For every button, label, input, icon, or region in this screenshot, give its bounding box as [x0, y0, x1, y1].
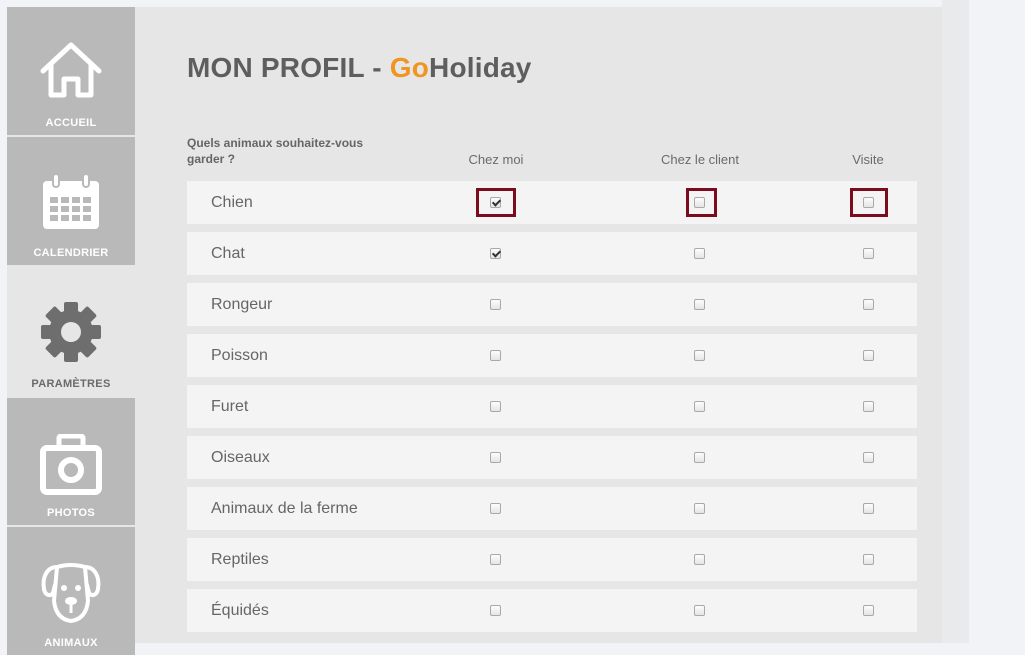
checkbox-visite[interactable] — [863, 197, 874, 208]
checkbox-chez-moi[interactable] — [490, 299, 501, 310]
sidebar-item-animaux[interactable]: ANIMAUX — [7, 527, 135, 655]
checkbox-chez-le-client[interactable] — [694, 350, 705, 361]
checkbox-visite[interactable] — [863, 503, 874, 514]
checkbox-chez-moi[interactable] — [490, 452, 501, 463]
checkbox-chez-moi[interactable] — [490, 605, 501, 616]
main-panel: MON PROFIL - GoHoliday Quels animaux sou… — [135, 7, 942, 643]
animal-label: Animaux de la ferme — [211, 500, 358, 517]
animal-label: Équidés — [211, 602, 269, 619]
animal-label: Chat — [211, 245, 245, 262]
sidebar: ACCUEIL CALENDRIER PARAMÈTRES PHOTOS ANI… — [7, 7, 135, 655]
animals-question: Quels animaux souhaitez-vous garder ? — [187, 136, 364, 166]
camera-icon — [40, 434, 102, 495]
home-icon — [40, 42, 102, 98]
animal-label: Oiseaux — [211, 449, 270, 466]
animal-label: Furet — [211, 398, 249, 415]
sidebar-item-label: CALENDRIER — [33, 247, 109, 259]
checkbox-chez-le-client[interactable] — [694, 197, 705, 208]
sidebar-item-accueil[interactable]: ACCUEIL — [7, 7, 135, 135]
checkbox-chez-moi[interactable] — [490, 554, 501, 565]
checkbox-visite[interactable] — [863, 248, 874, 259]
checkbox-chez-le-client[interactable] — [694, 503, 705, 514]
checkbox-chez-moi[interactable] — [490, 350, 501, 361]
checkbox-chez-le-client[interactable] — [694, 605, 705, 616]
checkbox-visite[interactable] — [863, 452, 874, 463]
sidebar-item-label: PARAMÈTRES — [31, 378, 111, 390]
checkbox-visite[interactable] — [863, 401, 874, 412]
column-header-chez-le-client: Chez le client — [660, 152, 740, 167]
table-row: Furet — [187, 385, 917, 428]
checkbox-chez-le-client[interactable] — [694, 248, 705, 259]
checkbox-chez-le-client[interactable] — [694, 554, 705, 565]
checkbox-visite[interactable] — [863, 554, 874, 565]
table-row: Oiseaux — [187, 436, 917, 479]
scroll-gutter — [942, 0, 969, 643]
brand-holiday: Holiday — [429, 52, 532, 83]
page-title: MON PROFIL - GoHoliday — [187, 52, 532, 84]
checkbox-chez-le-client[interactable] — [694, 452, 705, 463]
checkbox-visite[interactable] — [863, 605, 874, 616]
checkbox-chez-moi[interactable] — [490, 197, 501, 208]
table-row: Chien — [187, 181, 917, 224]
table-row: Chat — [187, 232, 917, 275]
animal-label: Rongeur — [211, 296, 273, 313]
column-header-chez-moi: Chez moi — [468, 152, 524, 167]
dog-icon — [41, 563, 101, 623]
animal-label: Chien — [211, 194, 253, 211]
gear-icon — [41, 302, 101, 362]
checkbox-chez-moi[interactable] — [490, 248, 501, 259]
page-title-prefix: MON PROFIL - — [187, 52, 390, 83]
brand-go: Go — [389, 52, 430, 83]
checkbox-visite[interactable] — [863, 350, 874, 361]
sidebar-item-photos[interactable]: PHOTOS — [7, 398, 135, 525]
table-row: Rongeur — [187, 283, 917, 326]
calendar-icon — [43, 173, 99, 229]
table-row: Poisson — [187, 334, 917, 377]
checkbox-chez-le-client[interactable] — [694, 299, 705, 310]
sidebar-item-calendrier[interactable]: CALENDRIER — [7, 137, 135, 265]
table-row: Reptiles — [187, 538, 917, 581]
table-row: Animaux de la ferme — [187, 487, 917, 530]
checkbox-visite[interactable] — [863, 299, 874, 310]
checkbox-chez-le-client[interactable] — [694, 401, 705, 412]
sidebar-item-label: ACCUEIL — [45, 117, 97, 129]
animal-label: Poisson — [211, 347, 268, 364]
checkbox-chez-moi[interactable] — [490, 503, 501, 514]
animal-label: Reptiles — [211, 551, 269, 568]
sidebar-item-label: PHOTOS — [46, 507, 96, 519]
column-header-visite: Visite — [852, 152, 884, 167]
sidebar-item-label: ANIMAUX — [44, 637, 98, 649]
table-row: Équidés — [187, 589, 917, 632]
checkbox-chez-moi[interactable] — [490, 401, 501, 412]
sidebar-item-parametres[interactable]: PARAMÈTRES — [7, 267, 135, 396]
